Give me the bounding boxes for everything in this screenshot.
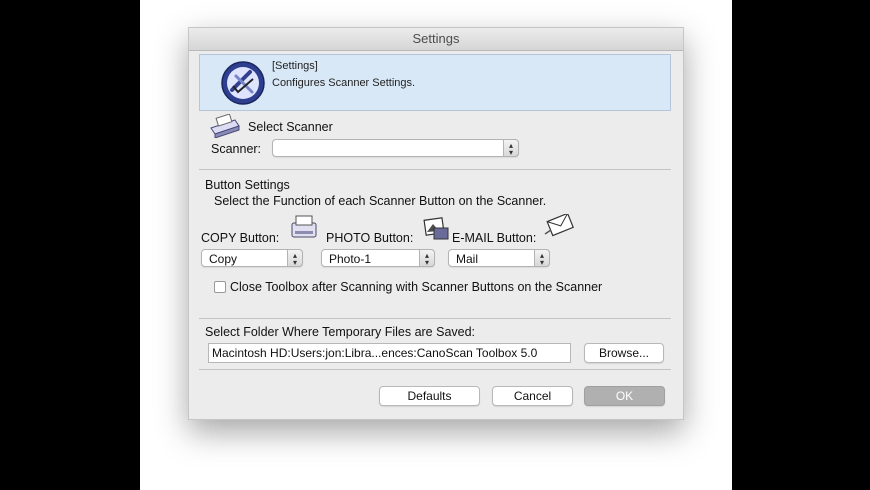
- photo-button-label: PHOTO Button:: [326, 231, 414, 245]
- email-icon: [544, 214, 574, 237]
- close-toolbox-checkbox[interactable]: [214, 281, 226, 293]
- divider: [199, 318, 671, 319]
- button-settings-subtitle: Select the Function of each Scanner Butt…: [214, 194, 547, 208]
- scanner-label: Scanner:: [211, 142, 262, 156]
- settings-dialog: Settings [Settings] Configures Scanner S…: [188, 27, 684, 420]
- banner-heading: [Settings]: [272, 60, 318, 72]
- temp-folder-path-field[interactable]: Macintosh HD:Users:jon:Libra...ences:Can…: [208, 343, 571, 363]
- email-button-select[interactable]: Mail ▴ ▾: [448, 249, 550, 267]
- cancel-button[interactable]: Cancel: [492, 386, 573, 406]
- photo-icon: [423, 217, 449, 240]
- close-toolbox-label: Close Toolbox after Scanning with Scanne…: [230, 280, 603, 294]
- info-banner: [Settings] Configures Scanner Settings.: [199, 54, 671, 111]
- copy-value: Copy: [209, 252, 238, 266]
- window-title: Settings: [189, 28, 683, 51]
- select-arrows-icon: ▴ ▾: [287, 249, 303, 267]
- divider: [199, 169, 671, 170]
- divider: [199, 369, 671, 370]
- copy-button-select[interactable]: Copy ▴ ▾: [201, 249, 303, 267]
- defaults-button[interactable]: Defaults: [379, 386, 480, 406]
- select-arrows-icon: ▴ ▾: [503, 139, 519, 157]
- select-arrows-icon: ▴ ▾: [419, 249, 435, 267]
- button-settings-title: Button Settings: [205, 178, 290, 192]
- select-scanner-title: Select Scanner: [248, 120, 333, 134]
- banner-description: Configures Scanner Settings.: [272, 77, 416, 89]
- settings-tools-icon: [221, 61, 265, 105]
- ok-button[interactable]: OK: [584, 386, 665, 406]
- browse-button[interactable]: Browse...: [584, 343, 664, 363]
- copy-button-label: COPY Button:: [201, 231, 280, 245]
- photo-value: Photo-1: [329, 252, 372, 266]
- temp-folder-label: Select Folder Where Temporary Files are …: [205, 325, 476, 339]
- copier-icon: [291, 215, 317, 238]
- email-button-label: E-MAIL Button:: [452, 231, 537, 245]
- email-value: Mail: [456, 252, 479, 266]
- scanner-select[interactable]: ▴ ▾: [272, 139, 519, 157]
- scanner-icon: [210, 114, 240, 138]
- select-arrows-icon: ▴ ▾: [534, 249, 550, 267]
- photo-button-select[interactable]: Photo-1 ▴ ▾: [321, 249, 435, 267]
